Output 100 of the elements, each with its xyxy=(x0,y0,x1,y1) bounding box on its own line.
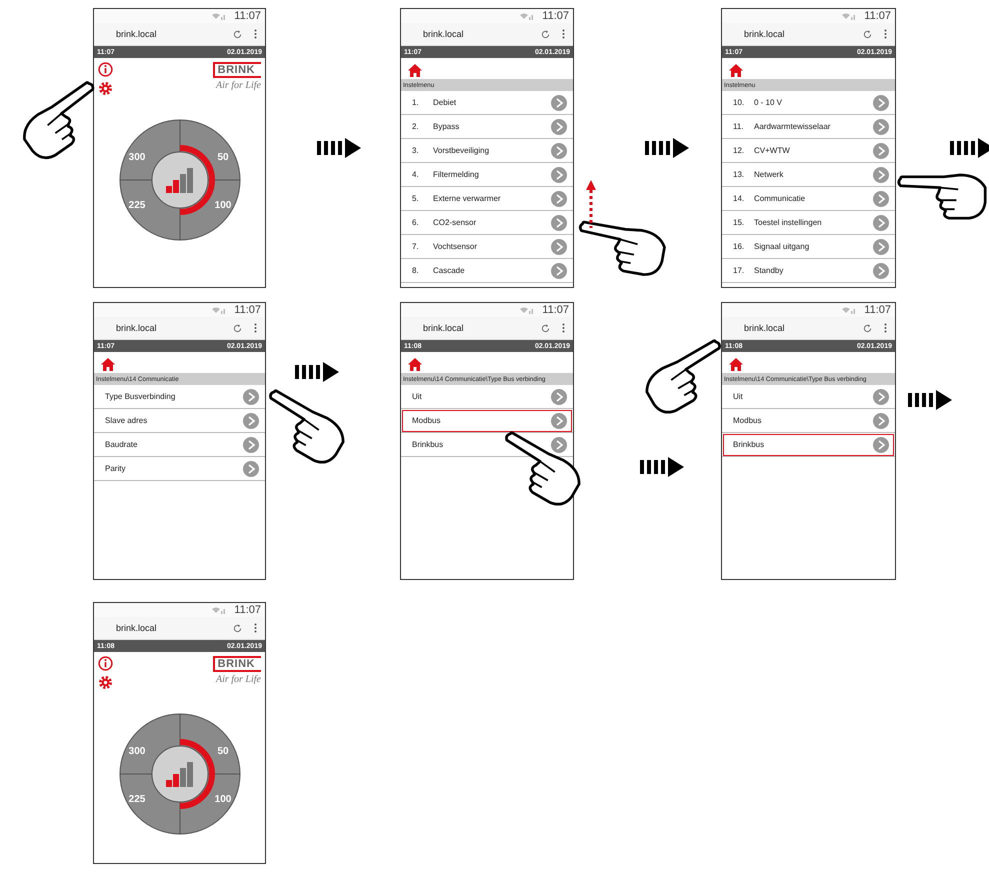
chevron-icon[interactable] xyxy=(551,118,567,134)
item-label: Debiet xyxy=(433,98,458,107)
menu-item[interactable]: Type Busverbinding xyxy=(94,385,265,409)
chevron-icon[interactable] xyxy=(551,166,567,182)
chevron-icon[interactable] xyxy=(551,142,567,158)
chevron-icon[interactable] xyxy=(551,214,567,230)
chevron-icon[interactable] xyxy=(551,388,567,404)
chevron-icon[interactable] xyxy=(243,460,259,476)
item-label: Netwerk xyxy=(754,170,784,179)
menu-item[interactable]: 5. Externe verwarmer xyxy=(401,187,573,211)
menu-item[interactable]: 13. Netwerk xyxy=(722,163,895,187)
menu-item[interactable]: 15. Toestel instellingen xyxy=(722,211,895,235)
menu-item[interactable]: Modbus xyxy=(722,409,895,433)
menu-icon[interactable] xyxy=(254,323,257,333)
info-icon[interactable] xyxy=(98,656,113,671)
signal-icon xyxy=(520,306,534,314)
menu-item[interactable]: Uit xyxy=(401,385,573,409)
item-label: Uit xyxy=(412,392,423,401)
chevron-icon[interactable] xyxy=(243,436,259,452)
home-icon[interactable] xyxy=(729,64,743,77)
reload-icon[interactable] xyxy=(541,30,550,38)
chevron-icon[interactable] xyxy=(873,412,889,428)
menu-item[interactable]: Baudrate xyxy=(94,433,265,457)
menu-item[interactable]: 12. CV+WTW xyxy=(722,139,895,163)
chevron-icon[interactable] xyxy=(551,436,567,452)
menu-item[interactable]: 1. Debiet xyxy=(401,91,573,115)
menu-item[interactable]: 6. CO2-sensor xyxy=(401,211,573,235)
menu-item[interactable]: 17. Standby xyxy=(722,259,895,283)
reload-icon[interactable] xyxy=(233,30,242,38)
reload-icon[interactable] xyxy=(863,324,872,332)
menu-item[interactable]: Parity xyxy=(94,457,265,481)
chevron-icon[interactable] xyxy=(551,238,567,254)
chevron-icon[interactable] xyxy=(873,166,889,182)
status-time: 11:07 xyxy=(864,10,891,22)
menu-item[interactable]: Slave adres xyxy=(94,409,265,433)
reload-icon[interactable] xyxy=(863,30,872,38)
item-number: 15. xyxy=(733,218,746,227)
chevron-icon[interactable] xyxy=(873,262,889,278)
signal-icon xyxy=(212,306,226,314)
item-label: Bypass xyxy=(433,122,460,131)
reload-icon[interactable] xyxy=(233,324,242,332)
info-icon[interactable] xyxy=(98,62,113,77)
status-time: 11:07 xyxy=(542,304,569,316)
chevron-icon[interactable] xyxy=(873,238,889,254)
home-icon[interactable] xyxy=(408,358,422,371)
menu-icon[interactable] xyxy=(254,29,257,39)
menu-item[interactable]: 8. Cascade xyxy=(401,259,573,283)
chevron-icon[interactable] xyxy=(243,388,259,404)
item-number: 8. xyxy=(412,266,420,275)
item-label: CO2-sensor xyxy=(433,218,478,227)
home-icon[interactable] xyxy=(729,358,743,371)
menu-item[interactable]: 3. Vorstbeveiliging xyxy=(401,139,573,163)
chevron-icon[interactable] xyxy=(873,118,889,134)
browser-url: brink.local xyxy=(423,323,465,333)
menu-item[interactable]: 11. Aardwarmtewisselaar xyxy=(722,115,895,139)
item-label: Type Busverbinding xyxy=(105,392,176,401)
chevron-icon[interactable] xyxy=(551,190,567,206)
menu-item[interactable]: 10. 0 - 10 V xyxy=(722,91,895,115)
chevron-icon[interactable] xyxy=(873,436,889,452)
chevron-icon[interactable] xyxy=(873,142,889,158)
chevron-icon[interactable] xyxy=(551,412,567,428)
brand-slogan: Air for Life xyxy=(216,674,261,685)
settings-icon[interactable] xyxy=(98,675,113,690)
fan-level-icon xyxy=(166,762,192,787)
menu-icon[interactable] xyxy=(254,623,257,633)
menu-icon[interactable] xyxy=(562,323,565,333)
menu-item[interactable]: 7. Vochtsensor xyxy=(401,235,573,259)
menu-icon[interactable] xyxy=(884,29,887,39)
item-label: CV+WTW xyxy=(754,146,791,155)
chevron-icon[interactable] xyxy=(873,94,889,110)
chevron-icon[interactable] xyxy=(873,190,889,206)
menu-item[interactable]: 14. Communicatie xyxy=(722,187,895,211)
menu-icon[interactable] xyxy=(884,323,887,333)
status-time: 11:07 xyxy=(542,10,569,22)
item-label: Filtermelding xyxy=(433,170,480,179)
item-number: 1. xyxy=(412,98,420,107)
item-label: Uit xyxy=(733,392,744,401)
status-time: 11:07 xyxy=(234,10,261,22)
menu-icon[interactable] xyxy=(562,29,565,39)
chevron-icon[interactable] xyxy=(551,262,567,278)
menu-item[interactable]: Modbus xyxy=(401,409,573,433)
menu-item[interactable]: 2. Bypass xyxy=(401,115,573,139)
menu-item[interactable]: 16. Signaal uitgang xyxy=(722,235,895,259)
reload-icon[interactable] xyxy=(541,324,550,332)
home-icon[interactable] xyxy=(408,64,422,77)
menu-item[interactable]: Uit xyxy=(722,385,895,409)
menu-item[interactable]: Brinkbus xyxy=(722,433,895,457)
menu-item[interactable]: 4. Filtermelding xyxy=(401,163,573,187)
reload-icon[interactable] xyxy=(233,624,242,632)
item-number: 6. xyxy=(412,218,420,227)
item-number: 2. xyxy=(412,122,420,131)
chevron-icon[interactable] xyxy=(243,412,259,428)
chevron-icon[interactable] xyxy=(873,214,889,230)
home-icon[interactable] xyxy=(101,358,115,371)
chevron-icon[interactable] xyxy=(873,388,889,404)
flow-arrow-icon xyxy=(950,138,989,158)
signal-icon xyxy=(212,12,226,20)
chevron-icon[interactable] xyxy=(551,94,567,110)
settings-icon[interactable] xyxy=(98,81,113,96)
item-label: Aardwarmtewisselaar xyxy=(754,122,832,131)
